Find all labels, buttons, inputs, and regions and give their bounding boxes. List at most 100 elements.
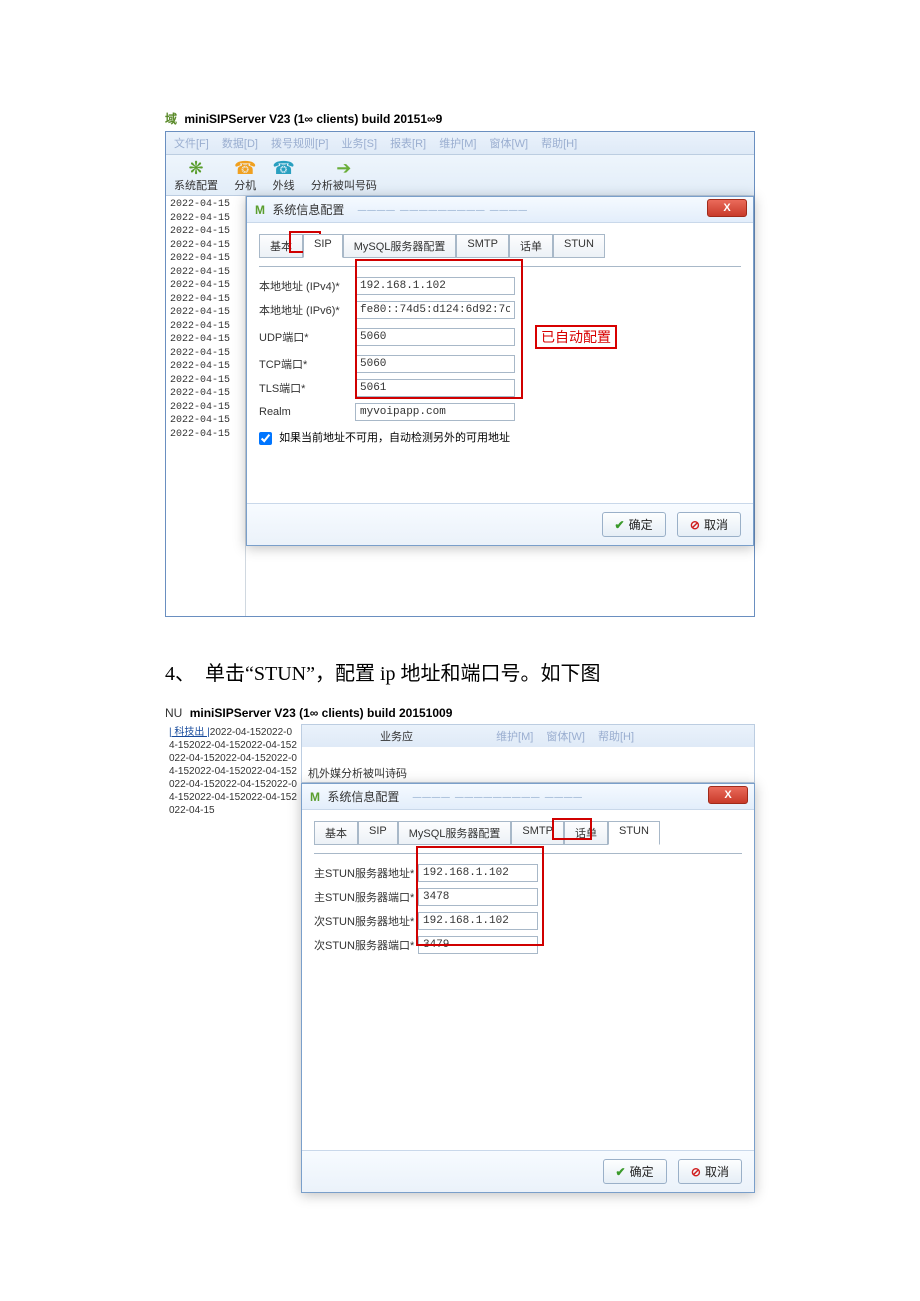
dialog-title-sub: ──── ───────── ──── — [358, 203, 528, 217]
cancel-button-1[interactable]: ⊘ 取消 — [677, 512, 741, 537]
timestamp-row: 2022-04-15 — [170, 212, 241, 226]
tab-stun[interactable]: STUN — [553, 234, 605, 258]
app-title-text-1: miniSIPServer V23 (1∞ clients) build 201… — [184, 112, 442, 126]
app-title-text-2: miniSIPServer V23 (1∞ clients) build 201… — [190, 706, 453, 720]
menu-maintain[interactable]: 维护[M] — [439, 138, 476, 150]
ipv6-input[interactable] — [355, 301, 515, 319]
sysinfo-dialog-1: M 系统信息配置 ──── ───────── ──── X 基本 SIP My… — [246, 196, 754, 546]
check-icon-2: ✔ — [616, 1165, 626, 1179]
dialog-title-icon: M — [255, 203, 265, 217]
main-stun-addr-input[interactable] — [418, 864, 538, 882]
menu-service[interactable]: 业务[S] — [342, 138, 377, 150]
timestamp-row: 2022-04-15 — [170, 333, 241, 347]
sec-stun-addr-input[interactable] — [418, 912, 538, 930]
trunk-label: 外线 — [273, 177, 295, 193]
tech-link[interactable]: | 科技出 | — [169, 727, 210, 738]
gear-icon: ❋ — [188, 159, 203, 177]
no-icon: ⊘ — [690, 518, 700, 532]
main-stun-addr-label: 主STUN服务器地址* — [314, 865, 418, 881]
close-button-1[interactable]: X — [707, 199, 747, 217]
extension-button[interactable]: ☎ 分机 — [234, 159, 256, 193]
timestamp-row: 2022-04-15 — [170, 360, 241, 374]
ok-label-2: 确定 — [630, 1163, 654, 1180]
timestamp-row: 2022-04-15 — [170, 198, 241, 212]
auto-detect-checkbox[interactable] — [259, 432, 272, 445]
auto-config-highlight: 已自动配置 — [535, 325, 617, 349]
udp-label: UDP端口* — [259, 329, 355, 345]
sysconfig-button[interactable]: ❋ 系统配置 — [174, 159, 218, 193]
menu-help[interactable]: 帮助[H] — [541, 138, 577, 150]
menu-window-2[interactable]: 窗体[W] — [546, 731, 585, 743]
left-info-column: | 科技出 |2022-04-152022-04-152022-04-15202… — [165, 724, 301, 1193]
dialog-title-text-2: 系统信息配置 — [327, 790, 399, 804]
menu-data[interactable]: 数据[D] — [222, 138, 258, 150]
tls-input[interactable] — [355, 379, 515, 397]
main-stun-port-input[interactable] — [418, 888, 538, 906]
sec-stun-port-input[interactable] — [418, 936, 538, 954]
tab-mysql-2[interactable]: MySQL服务器配置 — [398, 821, 512, 845]
ok-button-2[interactable]: ✔ 确定 — [603, 1159, 667, 1184]
tab-sip-2[interactable]: SIP — [358, 821, 398, 845]
trunk-icon: ☎ — [272, 159, 294, 177]
auto-detect-label: 如果当前地址不可用，自动检测另外的可用地址 — [279, 432, 510, 444]
timestamp-row: 2022-04-15 — [170, 347, 241, 361]
dialog-titlebar-1: M 系统信息配置 ──── ───────── ──── X — [247, 197, 753, 223]
menubar-2: 业务应 维护[M] 窗体[W] 帮助[H] — [301, 724, 755, 747]
ok-button-1[interactable]: ✔ 确定 — [602, 512, 666, 537]
cancel-button-2[interactable]: ⊘ 取消 — [678, 1159, 742, 1184]
udp-input[interactable] — [355, 328, 515, 346]
timestamp-row: 2022-04-15 — [170, 279, 241, 293]
analyze-button[interactable]: ➔ 分析被叫号码 — [311, 159, 377, 193]
tab-smtp-2[interactable]: SMTP — [511, 821, 564, 845]
tab-strip-2: 基本 SIP MySQL服务器配置 SMTP 话单 STUN — [314, 820, 742, 844]
timestamp-column-1: 2022-04-152022-04-152022-04-152022-04-15… — [166, 196, 246, 616]
tab-smtp[interactable]: SMTP — [456, 234, 509, 258]
ipv6-label: 本地地址 (IPv6)* — [259, 302, 355, 318]
timestamp-row: 2022-04-15 — [170, 374, 241, 388]
nu-prefix: NU — [165, 706, 182, 720]
timestamp-row: 2022-04-15 — [170, 225, 241, 239]
tab-basic-2[interactable]: 基本 — [314, 821, 358, 845]
timestamp-row: 2022-04-15 — [170, 387, 241, 401]
timestamp-row: 2022-04-15 — [170, 401, 241, 415]
timestamp-row: 2022-04-15 — [170, 239, 241, 253]
check-icon: ✔ — [615, 518, 625, 532]
tab-strip-1: 基本 SIP MySQL服务器配置 SMTP 话单 STUN — [259, 233, 741, 257]
timestamp-row: 2022-04-15 — [170, 428, 241, 442]
tab-stun-2[interactable]: STUN — [608, 821, 660, 845]
extension-icon: ☎ — [234, 159, 256, 177]
menu-dial[interactable]: 拨号规则[P] — [271, 138, 328, 150]
ok-label-1: 确定 — [629, 516, 653, 533]
menu-help-2[interactable]: 帮助[H] — [598, 731, 634, 743]
menu-biz-2[interactable]: 业务应 — [380, 731, 413, 743]
tcp-input[interactable] — [355, 355, 515, 373]
menu-file[interactable]: 文件[F] — [174, 138, 209, 150]
dialog-titlebar-2: M 系统信息配置 ──── ───────── ──── X — [302, 784, 754, 810]
tcp-label: TCP端口* — [259, 356, 355, 372]
step-4-instruction: 4、 单击“STUN”，配置 ip 地址和端口号。如下图 — [165, 657, 755, 686]
midtext-2: 机外媒分析被叫诗码 — [301, 747, 755, 783]
realm-label: Realm — [259, 406, 355, 418]
cancel-label-1: 取消 — [704, 516, 728, 533]
cancel-label-2: 取消 — [705, 1163, 729, 1180]
trunk-button[interactable]: ☎ 外线 — [272, 159, 294, 193]
timestamp-row: 2022-04-15 — [170, 293, 241, 307]
menu-report[interactable]: 报表[R] — [390, 138, 426, 150]
tab-basic[interactable]: 基本 — [259, 234, 303, 258]
sec-stun-port-label: 次STUN服务器端口* — [314, 937, 418, 953]
toolbar-1: ❋ 系统配置 ☎ 分机 ☎ 外线 ➔ 分析被叫号码 — [166, 155, 754, 196]
sysconfig-label: 系统配置 — [174, 177, 218, 193]
analyze-label: 分析被叫号码 — [311, 177, 377, 193]
tab-cdr[interactable]: 话单 — [509, 234, 553, 258]
menu-maintain-2[interactable]: 维护[M] — [496, 731, 533, 743]
menu-window[interactable]: 窗体[W] — [490, 138, 529, 150]
close-button-2[interactable]: X — [708, 786, 748, 804]
tab-sip[interactable]: SIP — [303, 234, 343, 258]
main-stun-port-label: 主STUN服务器端口* — [314, 889, 418, 905]
dialog-title-text-1: 系统信息配置 — [272, 203, 344, 217]
tab-mysql[interactable]: MySQL服务器配置 — [343, 234, 457, 258]
ipv4-input[interactable] — [355, 277, 515, 295]
realm-input[interactable] — [355, 403, 515, 421]
tab-cdr-2[interactable]: 话单 — [564, 821, 608, 845]
title-prefix-icon: 域 — [165, 112, 177, 126]
